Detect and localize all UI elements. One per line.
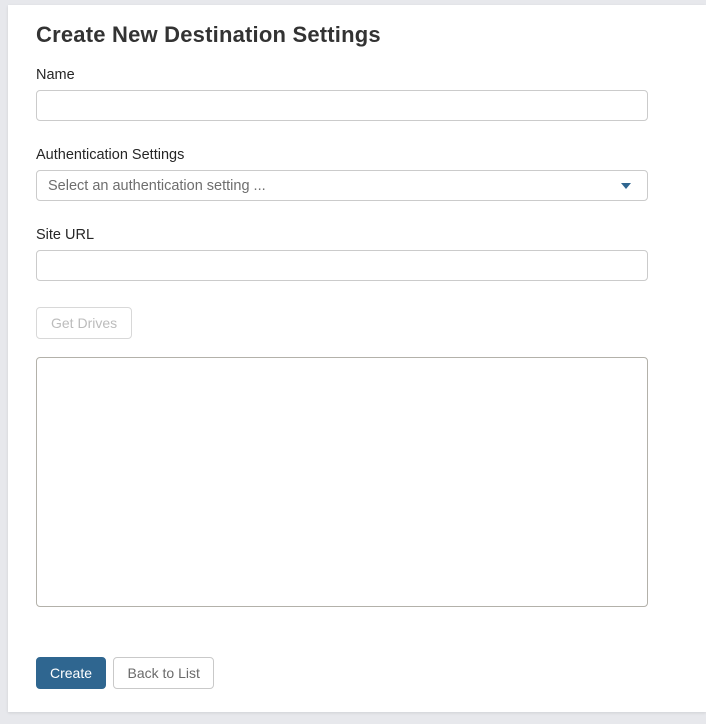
- site-url-field-group: Site URL: [36, 227, 648, 281]
- auth-settings-label: Authentication Settings: [36, 147, 648, 163]
- drives-listbox[interactable]: [36, 357, 648, 607]
- name-label: Name: [36, 67, 648, 83]
- auth-settings-field-group: Authentication Settings Select an authen…: [36, 147, 648, 201]
- content-panel: Create New Destination Settings Name Aut…: [8, 5, 706, 712]
- auth-settings-select[interactable]: Select an authentication setting ...: [36, 170, 648, 201]
- name-field-group: Name: [36, 67, 648, 121]
- create-button[interactable]: Create: [36, 657, 106, 689]
- chevron-down-icon: [621, 183, 631, 189]
- get-drives-button[interactable]: Get Drives: [36, 307, 132, 339]
- auth-settings-selected-value: Select an authentication setting ...: [48, 178, 266, 194]
- back-to-list-button[interactable]: Back to List: [113, 657, 213, 689]
- site-url-label: Site URL: [36, 227, 648, 243]
- site-url-input[interactable]: [36, 250, 648, 281]
- actions-row: Create Back to List: [36, 657, 648, 689]
- page-title: Create New Destination Settings: [36, 22, 648, 48]
- name-input[interactable]: [36, 90, 648, 121]
